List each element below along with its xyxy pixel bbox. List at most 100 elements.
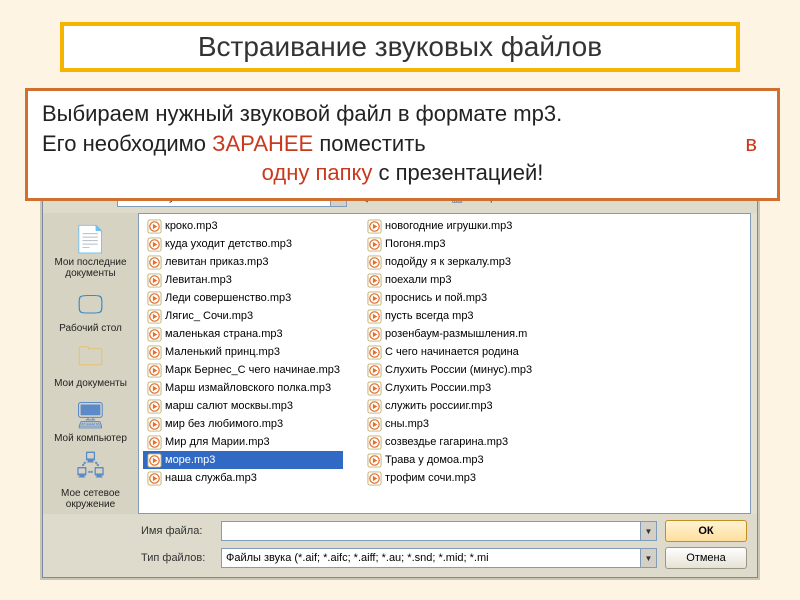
audio-file-icon bbox=[146, 326, 162, 342]
file-item[interactable]: служить россииг.mp3 bbox=[363, 397, 535, 415]
place-desktop[interactable]: 🖵 Рабочий стол bbox=[48, 285, 133, 338]
file-item[interactable]: С чего начинается родина bbox=[363, 343, 535, 361]
filetype-combo[interactable]: Файлы звука (*.aif; *.aifc; *.aiff; *.au… bbox=[221, 548, 657, 568]
audio-file-icon bbox=[366, 218, 382, 234]
file-name: созвездье гагарина.mp3 bbox=[385, 436, 508, 448]
file-name: Мир для Марии.mp3 bbox=[165, 436, 270, 448]
file-name: маленькая страна.mp3 bbox=[165, 328, 283, 340]
file-item[interactable]: Левитан.mp3 bbox=[143, 271, 343, 289]
file-item[interactable]: новогодние игрушки.mp3 bbox=[363, 217, 535, 235]
cancel-button[interactable]: Отмена bbox=[665, 547, 747, 569]
file-item[interactable]: Марш измайловского полка.mp3 bbox=[143, 379, 343, 397]
mydocs-icon: 🗀 bbox=[75, 344, 107, 376]
audio-file-icon bbox=[366, 416, 382, 432]
instruction-box: Выбираем нужный звуковой файл в формате … bbox=[25, 88, 780, 201]
file-item[interactable]: пусть всегда mp3 bbox=[363, 307, 535, 325]
dialog-bottom: Имя файла: ▼ ОК Тип файлов: Файлы звука … bbox=[43, 514, 757, 577]
file-item[interactable]: трофим сочи.mp3 bbox=[363, 469, 535, 487]
desktop-icon: 🖵 bbox=[75, 289, 107, 321]
chevron-down-icon[interactable]: ▼ bbox=[640, 522, 656, 540]
place-recent[interactable]: 📄 Мои последние документы bbox=[48, 219, 133, 283]
file-name: левитан приказ.mp3 bbox=[165, 256, 268, 268]
filename-label: Имя файла: bbox=[141, 525, 213, 537]
file-item[interactable]: розенбаум-размышления.m bbox=[363, 325, 535, 343]
audio-file-icon bbox=[366, 362, 382, 378]
file-item[interactable]: левитан приказ.mp3 bbox=[143, 253, 343, 271]
file-item[interactable]: проснись и пой.mp3 bbox=[363, 289, 535, 307]
audio-file-icon bbox=[366, 254, 382, 270]
file-name: Слухить России.mp3 bbox=[385, 382, 491, 394]
file-name: куда уходит детство.mp3 bbox=[165, 238, 292, 250]
filename-input[interactable]: ▼ bbox=[221, 521, 657, 541]
file-name: Трава у домоа.mp3 bbox=[385, 454, 484, 466]
file-name: марш салют москвы.mp3 bbox=[165, 400, 293, 412]
file-list[interactable]: кроко.mp3 куда уходит детство.mp3 левитан … bbox=[138, 213, 751, 514]
file-item[interactable]: марш салют москвы.mp3 bbox=[143, 397, 343, 415]
audio-file-icon bbox=[366, 434, 382, 450]
file-name: розенбаум-размышления.m bbox=[385, 328, 527, 340]
audio-file-icon bbox=[146, 380, 162, 396]
file-item[interactable]: Трава у домоа.mp3 bbox=[363, 451, 535, 469]
audio-file-icon bbox=[146, 272, 162, 288]
audio-file-icon bbox=[146, 236, 162, 252]
audio-file-icon bbox=[366, 398, 382, 414]
file-name: пусть всегда mp3 bbox=[385, 310, 474, 322]
file-name: новогодние игрушки.mp3 bbox=[385, 220, 512, 232]
audio-file-icon bbox=[366, 236, 382, 252]
file-item[interactable]: мир без любимого.mp3 bbox=[143, 415, 343, 433]
file-item[interactable]: Слухить России (минус).mp3 bbox=[363, 361, 535, 379]
file-item[interactable]: подойду я к зеркалу.mp3 bbox=[363, 253, 535, 271]
file-item[interactable]: наша служба.mp3 bbox=[143, 469, 343, 487]
audio-file-icon bbox=[366, 272, 382, 288]
open-file-dialog: Папка: 🗀 Моя музыка ▼ ◀ 🗀↑ ✕ 🗀 ▦▾ Сервис… bbox=[42, 182, 758, 578]
file-item[interactable]: Слухить России.mp3 bbox=[363, 379, 535, 397]
file-name: мир без любимого.mp3 bbox=[165, 418, 283, 430]
file-item[interactable]: Марк Бернес_С чего начинае.mp3 bbox=[143, 361, 343, 379]
file-item[interactable]: море.mp3 bbox=[143, 451, 343, 469]
audio-file-icon bbox=[146, 398, 162, 414]
file-name: С чего начинается родина bbox=[385, 346, 519, 358]
file-name: Леди совершенство.mp3 bbox=[165, 292, 291, 304]
file-item[interactable]: маленькая страна.mp3 bbox=[143, 325, 343, 343]
slide-title: Встраивание звуковых файлов bbox=[198, 31, 602, 63]
place-mycomputer[interactable]: 🖥 Мой компьютер bbox=[48, 395, 133, 448]
file-name: море.mp3 bbox=[165, 454, 215, 466]
file-item[interactable]: куда уходит детство.mp3 bbox=[143, 235, 343, 253]
computer-icon: 🖥 bbox=[75, 399, 107, 431]
slide-title-box: Встраивание звуковых файлов bbox=[60, 22, 740, 72]
audio-file-icon bbox=[366, 290, 382, 306]
file-name: служить россииг.mp3 bbox=[385, 400, 493, 412]
file-item[interactable]: Леди совершенство.mp3 bbox=[143, 289, 343, 307]
file-name: сны.mp3 bbox=[385, 418, 429, 430]
file-name: трофим сочи.mp3 bbox=[385, 472, 476, 484]
network-icon: 🖧 bbox=[75, 454, 107, 486]
audio-file-icon bbox=[146, 452, 162, 468]
file-name: Погоня.mp3 bbox=[385, 238, 445, 250]
audio-file-icon bbox=[366, 326, 382, 342]
ok-button[interactable]: ОК bbox=[665, 520, 747, 542]
audio-file-icon bbox=[146, 218, 162, 234]
file-item[interactable]: сны.mp3 bbox=[363, 415, 535, 433]
file-name: Марш измайловского полка.mp3 bbox=[165, 382, 331, 394]
place-mydocs[interactable]: 🗀 Мои документы bbox=[48, 340, 133, 393]
file-name: Марк Бернес_С чего начинае.mp3 bbox=[165, 364, 340, 376]
audio-file-icon bbox=[146, 362, 162, 378]
chevron-down-icon[interactable]: ▼ bbox=[640, 549, 656, 567]
place-network[interactable]: 🖧 Мое сетевое окружение bbox=[48, 450, 133, 514]
file-item[interactable]: кроко.mp3 bbox=[143, 217, 343, 235]
audio-file-icon bbox=[366, 470, 382, 486]
file-item[interactable]: Погоня.mp3 bbox=[363, 235, 535, 253]
file-item[interactable]: поехали mp3 bbox=[363, 271, 535, 289]
file-name: поехали mp3 bbox=[385, 274, 451, 286]
audio-file-icon bbox=[146, 254, 162, 270]
audio-file-icon bbox=[146, 344, 162, 360]
recent-icon: 📄 bbox=[75, 223, 107, 255]
file-item[interactable]: Лягис_ Сочи.mp3 bbox=[143, 307, 343, 325]
audio-file-icon bbox=[146, 416, 162, 432]
file-name: проснись и пой.mp3 bbox=[385, 292, 487, 304]
file-item[interactable]: Маленький принц.mp3 bbox=[143, 343, 343, 361]
file-item[interactable]: созвездье гагарина.mp3 bbox=[363, 433, 535, 451]
file-name: Лягис_ Сочи.mp3 bbox=[165, 310, 253, 322]
file-item[interactable]: Мир для Марии.mp3 bbox=[143, 433, 343, 451]
file-name: кроко.mp3 bbox=[165, 220, 218, 232]
